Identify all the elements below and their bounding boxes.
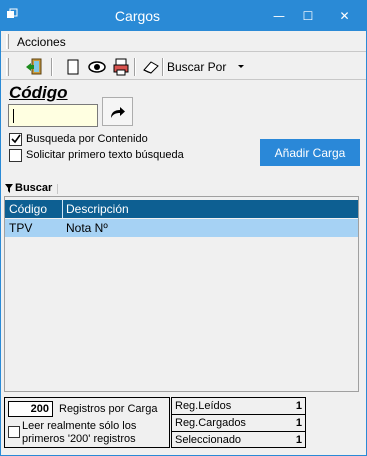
menu-bar: Acciones	[1, 31, 366, 52]
cargos-window: Cargos — ☐ ✕ Acciones Buscar Por Código …	[0, 0, 367, 456]
filter-icon	[5, 183, 13, 193]
results-grid[interactable]: Código Descripción TPV Nota Nº	[4, 196, 359, 392]
toolbar-separator	[162, 58, 164, 76]
busqueda-contenido-label: Busqueda por Contenido	[26, 133, 148, 145]
buscar-por-dropdown[interactable]: Buscar Por	[167, 60, 226, 74]
stat-reg-leidos: Reg.Leídos 1	[172, 398, 305, 415]
eraser-icon[interactable]	[141, 57, 161, 77]
stat-value: 1	[295, 434, 302, 446]
leer-label: Leer realmente sólo los primeros '200' r…	[22, 420, 137, 445]
codigo-input[interactable]	[8, 104, 98, 127]
buscar-label: Buscar	[15, 182, 53, 194]
chevron-down-icon[interactable]	[238, 65, 244, 68]
client-area: Acciones Buscar Por Código Busqueda por …	[1, 31, 366, 455]
cell-codigo: TPV	[9, 221, 33, 235]
busqueda-contenido-option[interactable]: Busqueda por Contenido	[9, 132, 148, 146]
solicitar-texto-option[interactable]: Solicitar primero texto búsqueda	[9, 148, 184, 162]
go-button[interactable]	[102, 97, 133, 126]
table-row[interactable]: TPV Nota Nº	[5, 219, 358, 237]
buscar-header[interactable]: Buscar	[5, 182, 52, 194]
window-title: Cargos	[114, 8, 161, 24]
close-button[interactable]: ✕	[322, 0, 367, 31]
anadir-carga-button[interactable]: Añadir Carga	[260, 139, 360, 166]
cell-descripcion: Nota Nº	[66, 221, 108, 235]
stats-panel: Reg.Leídos 1 Reg.Cargados 1 Seleccionado…	[171, 397, 306, 448]
view-eye-icon[interactable]	[87, 57, 107, 77]
toolbar-grip[interactable]	[6, 58, 9, 76]
solicitar-texto-label: Solicitar primero texto búsqueda	[26, 149, 184, 161]
stat-reg-cargados: Reg.Cargados 1	[172, 415, 305, 432]
stat-label: Seleccionado	[175, 434, 242, 446]
column-divider[interactable]	[62, 200, 63, 218]
stat-label: Reg.Leídos	[175, 400, 232, 412]
busqueda-contenido-checkbox[interactable]	[9, 132, 22, 146]
stat-label: Reg.Cargados	[175, 417, 246, 429]
toolbar-separator	[134, 58, 136, 76]
codigo-label: Código	[9, 83, 68, 102]
text-cursor	[13, 109, 14, 123]
menu-acciones[interactable]: Acciones	[17, 35, 66, 49]
minimize-button[interactable]: —	[264, 0, 294, 31]
menu-grip[interactable]	[6, 34, 9, 49]
new-document-icon[interactable]	[63, 57, 83, 77]
column-header-descripcion[interactable]: Descripción	[66, 202, 129, 216]
divider	[57, 184, 58, 194]
registros-panel: 200 Registros por Carga Leer realmente s…	[4, 397, 170, 448]
toolbar-separator	[51, 58, 53, 76]
grid-header: Código Descripción	[5, 200, 358, 218]
toolbar: Buscar Por	[1, 54, 366, 80]
exit-door-icon[interactable]	[24, 57, 44, 77]
column-header-codigo[interactable]: Código	[9, 202, 47, 216]
stat-value: 1	[295, 417, 302, 429]
arrow-forward-icon	[110, 106, 125, 118]
solicitar-texto-checkbox[interactable]	[9, 148, 22, 162]
registros-label: Registros por Carga	[59, 403, 158, 415]
title-bar[interactable]: Cargos — ☐ ✕	[0, 0, 367, 31]
registros-count-field[interactable]: 200	[8, 401, 53, 417]
maximize-button[interactable]: ☐	[293, 0, 323, 31]
stat-seleccionado: Seleccionado 1	[172, 432, 305, 449]
leer-checkbox[interactable]	[8, 426, 20, 438]
print-icon[interactable]	[111, 57, 131, 77]
stat-value: 1	[295, 400, 302, 412]
